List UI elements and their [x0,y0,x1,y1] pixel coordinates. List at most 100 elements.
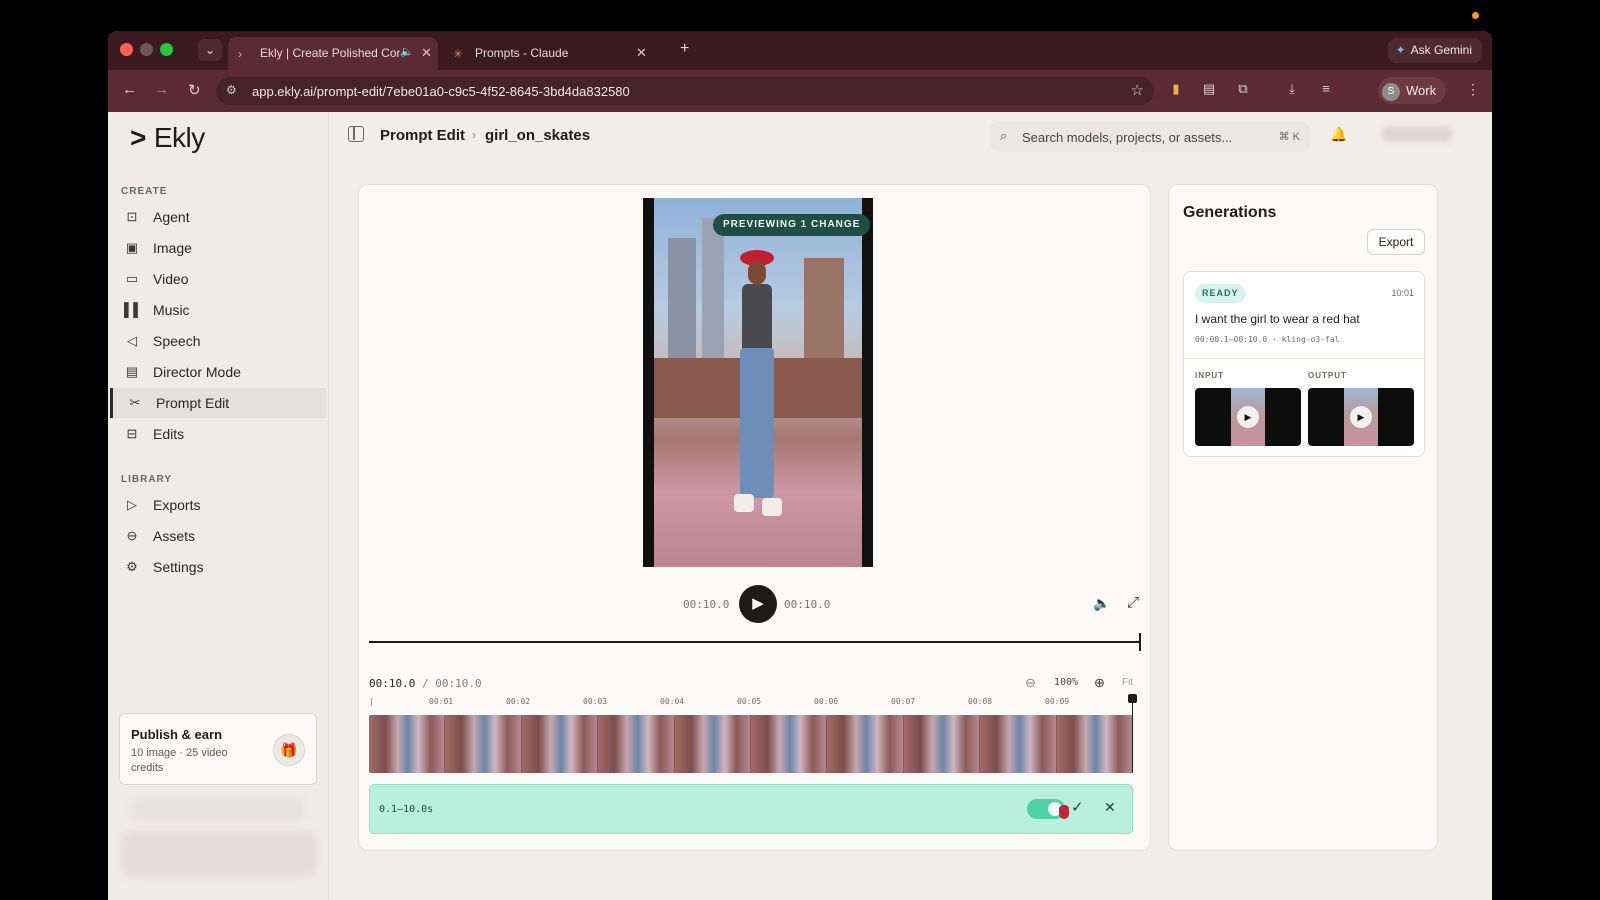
close-window-button[interactable] [120,43,133,56]
gear-icon: ⚙ [126,559,138,574]
sidebar-item-prompt-edit[interactable]: ✂ Prompt Edit [110,388,326,418]
tab-search-button[interactable]: ⌄ [198,39,222,61]
clip-range: 0.1–10.0s [379,804,434,815]
video-preview[interactable]: PREVIEWING 1 CHANGE [643,198,873,567]
play-icon[interactable]: ▶ [1237,406,1259,428]
playhead-handle[interactable] [1128,694,1137,703]
tab-title: Prompts - Claude [475,46,569,60]
archive-icon: ⊖ [126,528,138,543]
sidebar-item-label: Music [153,302,190,318]
zoom-out-icon[interactable]: ⊖ [1025,675,1036,691]
minimize-window-button[interactable] [140,43,153,56]
media-controls-icon[interactable]: ≡ [1318,81,1334,97]
sidebar-item-edits[interactable]: ⊟ Edits [110,419,326,449]
input-label: INPUT [1195,371,1224,380]
generation-card[interactable]: READY 10:01 I want the girl to wear a re… [1183,271,1425,457]
filmstrip-frame [674,715,752,773]
zoom-in-icon[interactable]: ⊕ [1094,675,1105,691]
bookmark-star-icon[interactable]: ☆ [1131,81,1144,99]
reload-icon[interactable]: ↻ [188,81,201,99]
editor-panel: PREVIEWING 1 CHANGE 00:10.0 ▶ 00:10.0 🔈 … [358,184,1151,851]
video-frame [654,198,862,567]
fit-button[interactable]: Fit [1122,677,1133,688]
logo[interactable]: > Ekly [130,122,205,154]
generation-prompt: I want the girl to wear a red hat [1195,312,1360,326]
edit-clip[interactable]: 0.1–10.0s ✓ ✕ [369,784,1133,834]
url-text: app.ekly.ai/prompt-edit/7ebe01a0-c9c5-4f… [252,84,630,99]
play-icon[interactable]: ▶ [1350,406,1372,428]
check-icon[interactable]: ✓ [1071,798,1084,816]
sidebar-item-director-mode[interactable]: ▤ Director Mode [110,357,326,387]
building-shape [804,258,844,358]
avatar: S [1382,82,1400,101]
sidebar-item-image[interactable]: ▣ Image [110,233,326,263]
extension-icon[interactable]: ▮ [1168,81,1184,97]
close-icon[interactable]: ✕ [1104,799,1116,816]
tab-bar: ⌄ › Ekly | Create Polished Con 🔈 ✕ ✳ Pro… [108,31,1492,70]
close-tab-icon[interactable]: ✕ [636,45,647,61]
zoom-window-button[interactable] [160,43,173,56]
sidebar-item-settings[interactable]: ⚙ Settings [110,552,326,582]
ruler-tick: 00:07 [891,697,916,706]
publish-earn-card[interactable]: Publish & earn 10 image · 25 video credi… [119,713,317,785]
download-icon[interactable]: ⤓ [1284,81,1300,97]
gift-icon[interactable]: 🎁 [273,734,305,766]
image-icon: ▣ [125,240,139,255]
scrubber-handle[interactable] [1139,633,1141,651]
export-button[interactable]: Export [1367,229,1425,255]
timeline-current: 00:10.0 [369,677,416,690]
bell-icon[interactable]: 🔔 [1330,126,1347,143]
ask-gemini-button[interactable]: ✦ Ask Gemini [1387,38,1482,63]
end-time: 00:10.0 [784,598,831,611]
playback-scrubber[interactable] [369,633,1141,651]
speaker-icon[interactable]: 🔈 [400,45,414,58]
address-bar[interactable]: ⚙ app.ekly.ai/prompt-edit/7ebe01a0-c9c5-… [216,77,1154,105]
search-shortcut: ⌘ K [1278,131,1300,143]
generations-title: Generations [1183,204,1277,221]
ekly-favicon-icon: › [238,47,242,61]
mouse-cursor [1059,805,1069,819]
output-thumbnail[interactable]: ▶ [1308,388,1414,446]
previewing-badge: PREVIEWING 1 CHANGE [713,214,871,236]
sidebar-item-assets[interactable]: ⊖ Assets [110,521,326,551]
filmstrip[interactable] [369,715,1133,773]
search-input[interactable]: ⌕ Search models, projects, or assets... … [990,122,1310,152]
input-thumbnail[interactable]: ▶ [1195,388,1301,446]
ruler-tick: 00:05 [737,697,762,706]
extensions-puzzle-icon[interactable]: ⧉ [1235,81,1251,97]
toggle-sidebar-icon[interactable] [348,126,364,142]
forward-icon[interactable]: → [154,81,169,98]
status-badge: READY [1195,284,1246,303]
play-outline-icon: ▷ [127,497,137,512]
sidebar-item-label: Edits [153,426,185,442]
music-icon: ▌▌ [124,302,143,317]
fullscreen-icon[interactable]: ⤢ [1127,594,1139,611]
play-button[interactable]: ▶ [739,585,777,623]
sidebar-item-speech[interactable]: ◁ Speech [110,326,326,356]
jeans-shape [740,348,774,498]
tab-ekly[interactable]: › Ekly | Create Polished Con 🔈 ✕ [228,37,438,70]
sidebar-item-exports[interactable]: ▷ Exports [110,490,326,520]
extension-icon[interactable]: ▤ [1201,81,1217,97]
building-shape [668,238,696,358]
tab-claude[interactable]: ✳ Prompts - Claude ✕ [443,37,653,70]
playback-controls: 00:10.0 ▶ 00:10.0 🔈 ⤢ [359,583,1150,623]
blurred-user [1382,126,1452,142]
sidebar-item-agent[interactable]: ⊡ Agent [110,202,326,232]
browser-menu-icon[interactable]: ⋮ [1466,81,1480,98]
sidebar-item-video[interactable]: ▭ Video [110,264,326,294]
breadcrumb-prompt-edit[interactable]: Prompt Edit [380,127,465,144]
timeline-total: / 00:10.0 [421,677,482,690]
ruler-tick: 00:08 [968,697,993,706]
close-tab-icon[interactable]: ✕ [421,45,432,61]
browser-window: ⌄ › Ekly | Create Polished Con 🔈 ✕ ✳ Pro… [108,31,1492,900]
search-placeholder: Search models, projects, or assets... [1022,130,1233,145]
back-icon[interactable]: ← [122,81,137,98]
timeline-ruler: | 00:01 00:02 00:03 00:04 00:05 00:06 00… [369,697,1133,713]
new-tab-button[interactable]: + [680,40,689,58]
volume-icon[interactable]: 🔈 [1093,595,1110,612]
site-settings-icon[interactable]: ⚙ [226,83,237,97]
profile-button[interactable]: S Work [1378,77,1447,104]
sidebar-item-music[interactable]: ▌▌ Music [110,295,326,325]
filmstrip-frame [827,715,904,773]
